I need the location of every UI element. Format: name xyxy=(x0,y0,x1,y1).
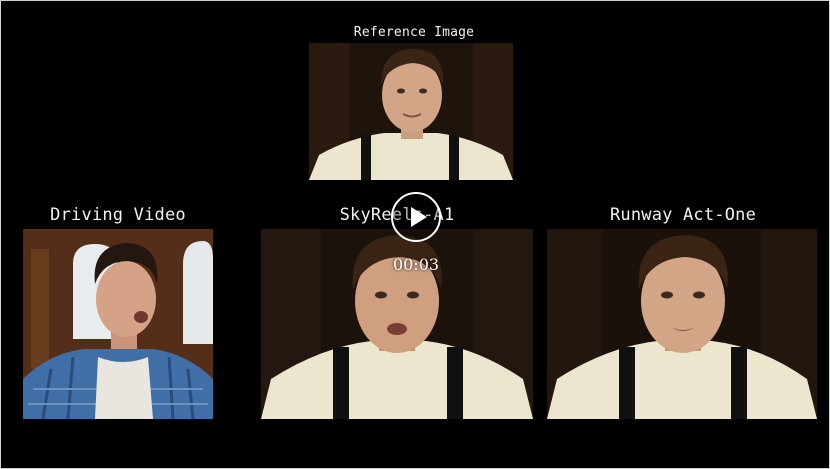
runway-label: Runway Act-One xyxy=(609,205,757,225)
reference-image-frame xyxy=(309,43,513,180)
driving-video-label: Driving Video xyxy=(50,205,186,225)
reference-portrait xyxy=(309,43,513,180)
driving-video-still xyxy=(23,229,213,419)
elapsed-time: 00:03 xyxy=(392,255,440,274)
driving-video-frame xyxy=(23,229,213,419)
reference-image-label: Reference Image xyxy=(353,25,475,40)
video-player[interactable]: Reference Image Driving Video SkyReels-A… xyxy=(0,0,830,469)
runway-output-frame xyxy=(547,229,817,419)
play-button[interactable] xyxy=(391,192,441,242)
play-icon xyxy=(411,207,427,227)
runway-portrait xyxy=(547,229,817,419)
